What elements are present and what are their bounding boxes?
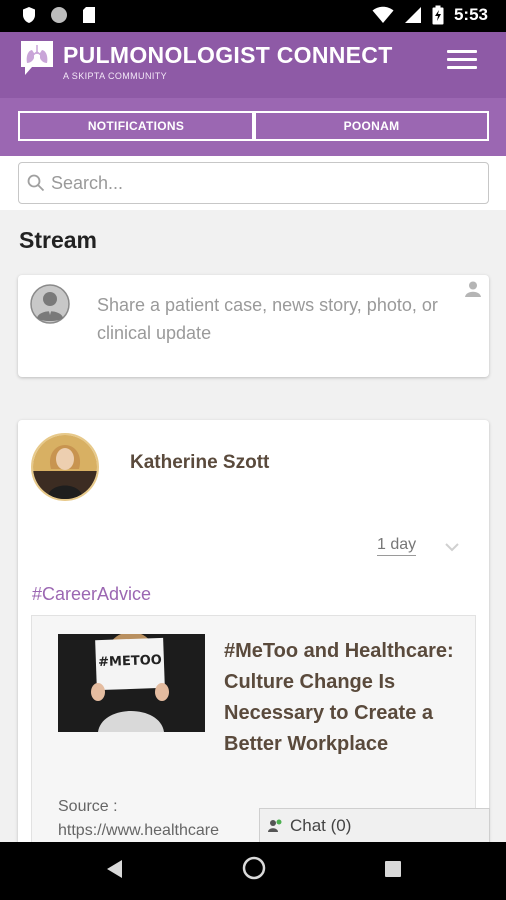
system-nav-bar <box>0 842 506 900</box>
article-title[interactable]: #MeToo and Healthcare: Culture Change Is… <box>224 640 454 755</box>
status-bar: 5:53 <box>0 0 506 32</box>
signal-icon <box>404 7 421 23</box>
post-card: Katherine Szott 1 day #CareerAdvice #MET… <box>18 420 489 860</box>
tab-bar: NOTIFICATIONS POONAM <box>0 98 506 156</box>
stream-title: Stream <box>19 227 97 253</box>
recents-icon[interactable] <box>384 860 402 883</box>
shield-icon <box>23 7 35 23</box>
post-author-name[interactable]: Katherine Szott <box>130 452 269 474</box>
chevron-down-icon[interactable] <box>444 540 460 552</box>
brand-title[interactable]: PULMONOLOGIST CONNECT <box>63 42 393 69</box>
back-icon[interactable] <box>104 858 124 885</box>
default-avatar-icon <box>30 284 70 324</box>
brand-subtitle: A SKIPTA COMMUNITY <box>63 71 168 81</box>
battery-charging-icon <box>432 5 444 25</box>
chat-label: Chat (0) <box>290 815 352 835</box>
search-box[interactable] <box>18 162 489 204</box>
status-left-icons <box>22 6 96 24</box>
sd-card-icon <box>83 7 95 23</box>
article-source-label: Source : <box>58 798 118 815</box>
post-composer[interactable]: Share a patient case, news story, photo,… <box>18 275 489 377</box>
chat-users-icon <box>268 818 284 834</box>
status-right-icons: 5:53 <box>372 5 488 25</box>
post-timestamp[interactable]: 1 day <box>377 536 417 556</box>
status-time: 5:53 <box>453 5 488 24</box>
circle-icon <box>51 7 67 23</box>
post-hashtag[interactable]: #CareerAdvice <box>32 584 151 605</box>
author-avatar[interactable] <box>31 433 99 501</box>
tab-notifications[interactable]: NOTIFICATIONS <box>18 111 254 141</box>
wifi-icon <box>372 6 394 23</box>
search-icon <box>27 174 45 192</box>
search-bar <box>0 156 506 210</box>
search-input[interactable] <box>51 172 471 194</box>
chat-button[interactable]: Chat (0) <box>259 808 490 842</box>
hamburger-menu-icon[interactable] <box>447 50 477 74</box>
article-source-link[interactable]: https://www.healthcare <box>58 822 219 840</box>
lungs-logo-icon[interactable] <box>20 40 54 76</box>
app-header: PULMONOLOGIST CONNECT A SKIPTA COMMUNITY <box>0 32 506 98</box>
home-icon[interactable] <box>242 856 266 885</box>
tab-poonam[interactable]: POONAM <box>254 111 489 141</box>
user-icon[interactable] <box>464 280 482 298</box>
article-title-block[interactable]: #MeToo and Healthcare: Culture Change Is… <box>58 636 468 760</box>
composer-placeholder[interactable]: Share a patient case, news story, photo,… <box>97 291 457 347</box>
